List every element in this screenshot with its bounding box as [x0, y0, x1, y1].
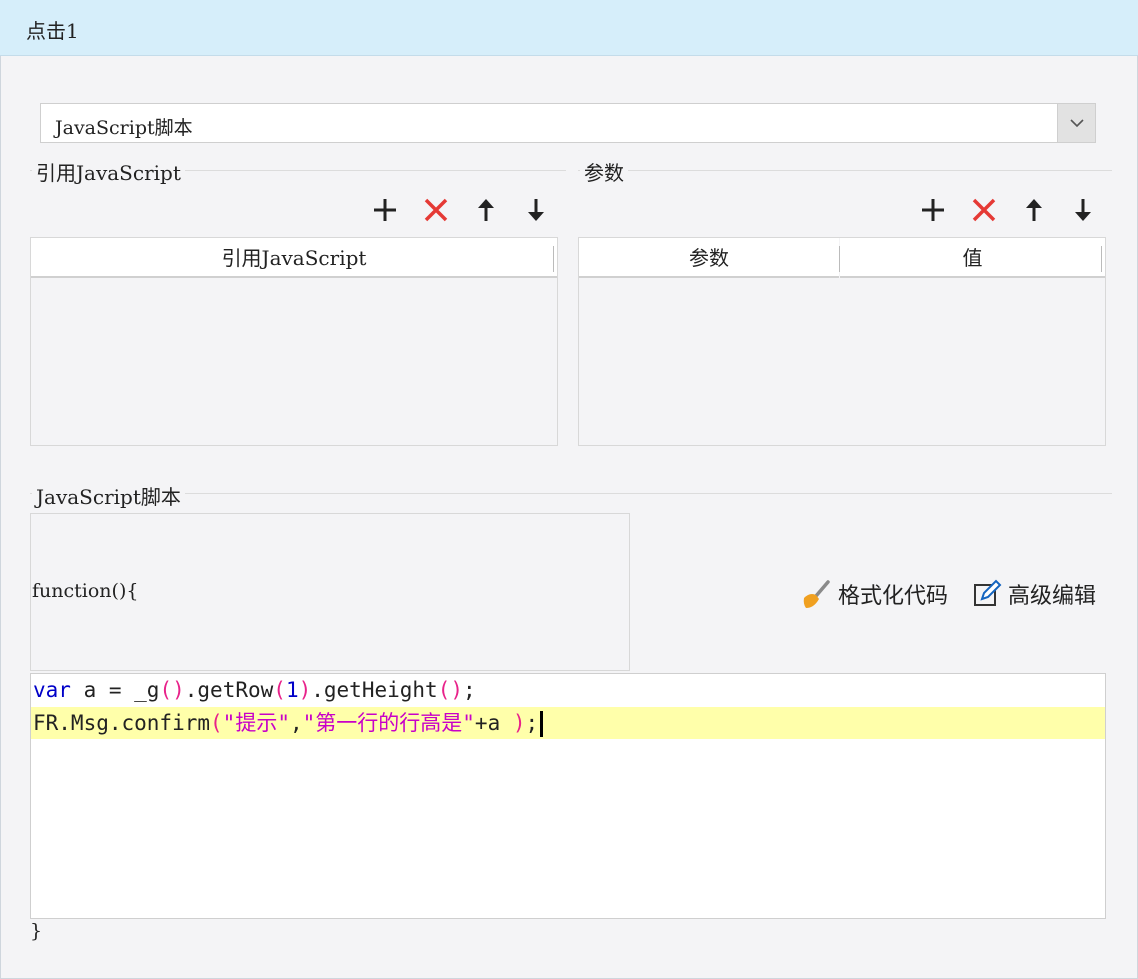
refs-delete-button[interactable] — [421, 195, 451, 225]
arrow-up-icon — [478, 199, 494, 221]
params-move-down-button[interactable] — [1068, 195, 1098, 225]
refs-column-label: 引用JavaScript — [221, 246, 367, 270]
column-separator — [553, 246, 554, 272]
code-line-text: FR.Msg.confirm("提示","第一行的行高是"+a ); — [33, 711, 539, 735]
code-line: var a = _g().getRow(1).getHeight(); — [33, 674, 476, 706]
params-column-header-param[interactable]: 参数 — [579, 238, 839, 278]
format-code-button[interactable]: 格式化代码 — [800, 578, 948, 610]
refs-add-button[interactable] — [370, 195, 400, 225]
params-divider — [578, 170, 1112, 171]
delete-x-icon — [424, 198, 448, 222]
refs-move-up-button[interactable] — [471, 195, 501, 225]
dropdown-button[interactable] — [1057, 104, 1095, 142]
refs-column-header[interactable]: 引用JavaScript — [31, 238, 557, 278]
chevron-down-icon — [1070, 119, 1084, 128]
plus-icon — [922, 199, 944, 221]
params-table: 参数 值 — [578, 237, 1106, 446]
code-line-text: var a = _g().getRow(1).getHeight(); — [33, 678, 476, 702]
advanced-edit-button[interactable]: 高级编辑 — [972, 578, 1096, 610]
function-header: function(){ — [32, 580, 139, 602]
code-line-current: FR.Msg.confirm("提示","第一行的行高是"+a ); — [31, 707, 1105, 739]
refs-move-down-button[interactable] — [521, 195, 551, 225]
edit-icon — [974, 579, 1002, 606]
format-code-label: 格式化代码 — [838, 584, 949, 609]
refs-section-title: 引用JavaScript — [32, 157, 185, 186]
advanced-edit-label: 高级编辑 — [1008, 584, 1097, 609]
params-delete-button[interactable] — [969, 195, 999, 225]
params-section-title: 参数 — [580, 157, 628, 186]
plus-icon — [374, 199, 396, 221]
column-separator — [1101, 246, 1102, 272]
broom-icon — [803, 580, 830, 608]
code-editor[interactable]: var a = _g().getRow(1).getHeight(); FR.M… — [30, 673, 1106, 919]
header-title: 点击1 — [26, 19, 79, 43]
refs-table: 引用JavaScript — [30, 237, 558, 446]
value-column-label: 值 — [962, 246, 983, 270]
arrow-down-icon — [1075, 199, 1091, 221]
arrow-up-icon — [1026, 199, 1042, 221]
text-caret — [540, 711, 544, 737]
params-move-up-button[interactable] — [1019, 195, 1049, 225]
header-bar: 点击1 — [0, 0, 1138, 56]
delete-x-icon — [972, 198, 996, 222]
arrow-down-icon — [528, 199, 544, 221]
param-column-label: 参数 — [689, 246, 729, 270]
params-add-button[interactable] — [918, 195, 948, 225]
script-section-title: JavaScript脚本 — [32, 481, 185, 510]
params-column-header-value[interactable]: 值 — [840, 238, 1105, 278]
action-type-value: JavaScript脚本 — [55, 117, 193, 139]
function-footer: } — [30, 920, 43, 942]
action-type-select[interactable]: JavaScript脚本 — [40, 103, 1096, 143]
script-divider — [30, 493, 1112, 494]
